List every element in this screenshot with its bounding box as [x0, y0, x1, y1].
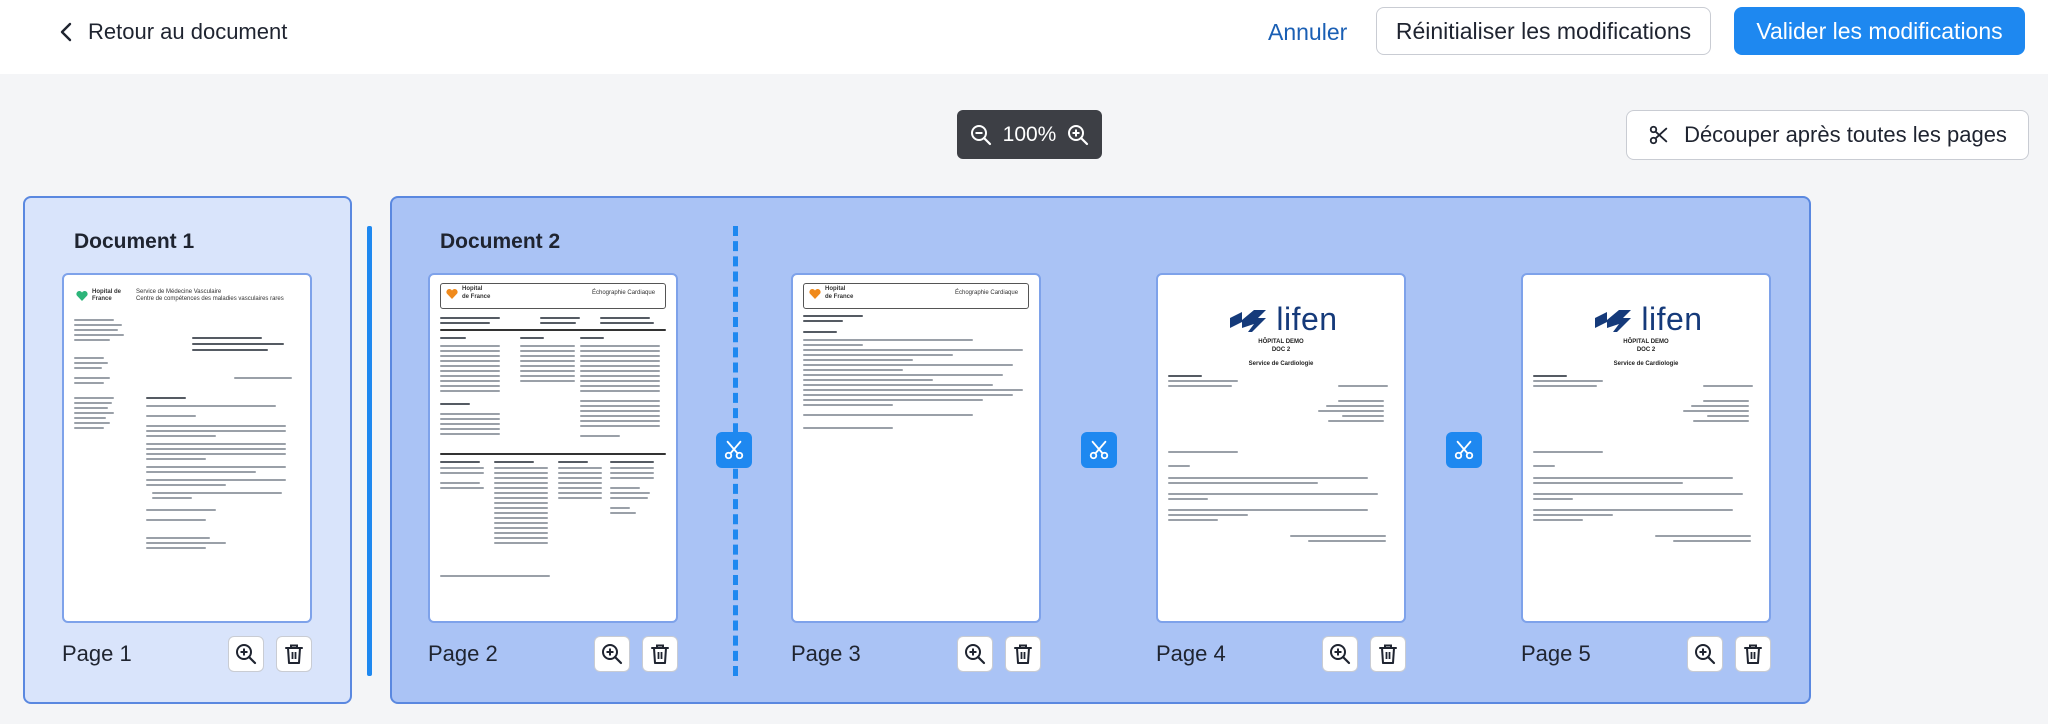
lifen-logo: lifen	[1158, 301, 1404, 338]
zoom-value: 100%	[1002, 122, 1057, 146]
zoom-in-icon	[236, 644, 257, 665]
exam-title: Échographie Cardiaque	[955, 290, 1019, 296]
page-label: Page 3	[791, 641, 861, 666]
page-label: Page 5	[1521, 641, 1591, 666]
cut-after-page-3-button[interactable]	[1081, 432, 1117, 468]
logo-text: France	[92, 296, 112, 302]
document-title: Document 1	[74, 230, 195, 253]
page-thumbnail[interactable]: lifen HÔPITAL DEMO DOC 2 Service de Card…	[1521, 273, 1771, 623]
scissors-icon	[1089, 440, 1109, 460]
zoom-in-button[interactable]	[1066, 123, 1090, 147]
logo-text: Hopital de	[92, 289, 122, 295]
zoom-in-icon	[602, 644, 623, 665]
page-label: Page 4	[1156, 641, 1226, 666]
zoom-page-button[interactable]	[1322, 636, 1358, 672]
zoom-page-button[interactable]	[594, 636, 630, 672]
zoom-page-button[interactable]	[228, 636, 264, 672]
logo-text: Hopital	[462, 286, 483, 292]
lifen-brand: lifen	[1641, 301, 1703, 337]
scissors-icon	[1454, 440, 1474, 460]
hospital-name: HÔPITAL DEMO	[1623, 339, 1669, 345]
cut-after-page-2-button[interactable]	[716, 432, 752, 468]
back-to-document-link[interactable]: Retour au document	[60, 14, 287, 50]
doc-subtitle: DOC 2	[1636, 347, 1656, 353]
delete-page-button[interactable]	[642, 636, 678, 672]
lifen-brand: lifen	[1276, 301, 1338, 337]
trash-icon	[1014, 644, 1032, 664]
delete-page-button[interactable]	[1370, 636, 1406, 672]
logo-text: de France	[462, 294, 491, 300]
service-text: Centre de compétences des maladies vascu…	[136, 296, 284, 302]
zoom-control: 100%	[957, 110, 1102, 159]
page-thumbnail[interactable]: Hopital de France Échographie Cardiaque	[428, 273, 678, 623]
doc-subtitle: DOC 2	[1271, 347, 1291, 353]
cut-after-page-4-button[interactable]	[1446, 432, 1482, 468]
service-name: Service de Cardiologie	[1248, 361, 1314, 367]
page-thumbnail[interactable]: Hopital de France Service de Médecine Va…	[62, 273, 312, 623]
lifen-logo-icon	[1595, 309, 1632, 332]
trash-icon	[651, 644, 669, 664]
lifen-logo: lifen	[1523, 301, 1769, 338]
page-thumbnail[interactable]: Hopital de France Échographie Cardiaque	[791, 273, 1041, 623]
page-thumbnail[interactable]: lifen HÔPITAL DEMO DOC 2 Service de Card…	[1156, 273, 1406, 623]
cancel-button[interactable]: Annuler	[1268, 14, 1347, 50]
hospital-logo-icon	[446, 289, 458, 299]
zoom-out-icon	[971, 124, 992, 145]
cut-all-label: Découper après toutes les pages	[1684, 122, 2007, 147]
chevron-left-icon	[60, 22, 72, 42]
service-name: Service de Cardiologie	[1613, 361, 1679, 367]
back-label: Retour au document	[88, 19, 288, 44]
reset-changes-button[interactable]: Réinitialiser les modifications	[1376, 7, 1711, 55]
page-label: Page 2	[428, 641, 498, 666]
document-title: Document 2	[440, 230, 561, 253]
zoom-page-button[interactable]	[957, 636, 993, 672]
hospital-logo-icon	[809, 289, 821, 299]
exam-title: Échographie Cardiaque	[592, 290, 656, 296]
split-marker	[367, 226, 372, 676]
zoom-page-button[interactable]	[1687, 636, 1723, 672]
top-bar: Retour au document Annuler Réinitialiser…	[0, 0, 2048, 74]
logo-text: Hopital	[825, 286, 846, 292]
trash-icon	[1379, 644, 1397, 664]
trash-icon	[1744, 644, 1762, 664]
logo-text: de France	[825, 294, 854, 300]
hospital-name: HÔPITAL DEMO	[1258, 339, 1304, 345]
cut-after-all-pages-button[interactable]: Découper après toutes les pages	[1626, 110, 2029, 160]
delete-page-button[interactable]	[276, 636, 312, 672]
zoom-in-icon	[1695, 644, 1716, 665]
service-text: Service de Médecine Vasculaire	[136, 289, 222, 295]
zoom-out-button[interactable]	[969, 123, 993, 147]
page-label: Page 1	[62, 641, 132, 666]
validate-changes-button[interactable]: Valider les modifications	[1734, 7, 2025, 55]
zoom-in-icon	[1068, 124, 1089, 145]
scissors-icon	[724, 440, 744, 460]
delete-page-button[interactable]	[1005, 636, 1041, 672]
zoom-in-icon	[965, 644, 986, 665]
hospital-logo-icon	[76, 291, 88, 301]
scissors-icon	[1649, 125, 1668, 145]
lifen-logo-icon	[1230, 309, 1267, 332]
trash-icon	[285, 644, 303, 664]
delete-page-button[interactable]	[1735, 636, 1771, 672]
zoom-in-icon	[1330, 644, 1351, 665]
